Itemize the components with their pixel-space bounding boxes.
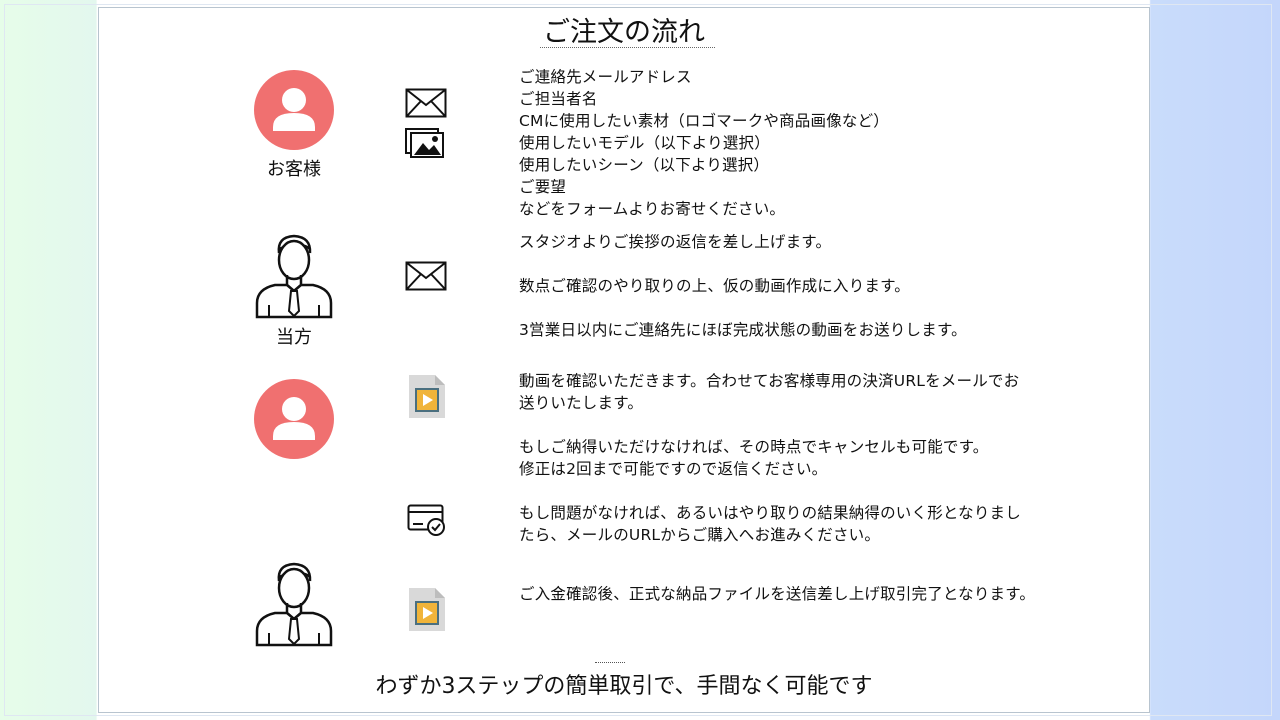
step3-line: 送りいたします。 xyxy=(519,394,644,412)
step1-line: 使用したいシーン（以下より選択） xyxy=(519,156,770,174)
step2-line xyxy=(519,297,1059,319)
step4-line: たら、メールのURLからご購入へお進みください。 xyxy=(519,526,881,544)
customer-avatar-icon xyxy=(254,379,334,459)
step2-actor: 当方 xyxy=(239,233,349,349)
step1-line: CMに使用したい素材（ロゴマークや商品画像など） xyxy=(519,112,889,130)
businessman-icon xyxy=(255,562,333,647)
page-title: ご注文の流れ xyxy=(543,17,705,48)
step1-actor-label: お客様 xyxy=(267,159,321,180)
video-file-icon xyxy=(407,585,447,637)
step2-text: スタジオよりご挨拶の返信を差し上げます。 数点ご確認のやり取りの上、仮の動画作成… xyxy=(519,231,1059,341)
payment-check-icon xyxy=(407,504,447,540)
footer-tagline: わずか3ステップの簡単取引で、手間なく可能です xyxy=(375,674,873,699)
step1-line: ご担当者名 xyxy=(519,90,598,108)
step1-line: ご要望 xyxy=(519,178,567,196)
step4-text: もし問題がなければ、あるいはやり取りの結果納得のいく形となりまし たら、メールの… xyxy=(519,502,1059,546)
order-flow-panel: ご注文の流れ お客様 ご連絡先メールアドレス ご担当者名 CMに使用したい素材（… xyxy=(98,7,1150,713)
step1-line: ご連絡先メールアドレス xyxy=(519,68,692,86)
step1-actor: お客様 xyxy=(239,69,349,181)
step1-line: 使用したいモデル（以下より選択） xyxy=(519,134,770,152)
footer-divider xyxy=(595,662,625,663)
step5-line: ご入金確認後、正式な納品ファイルを送信差し上げ取引完了となります。 xyxy=(519,585,1036,603)
step3-line: もしご納得いただけなければ、その時点でキャンセルも可能です。 xyxy=(519,438,989,456)
step5-actor xyxy=(239,561,349,651)
envelope-icon xyxy=(405,261,447,295)
step3-line: 動画を確認いただきます。合わせてお客様専用の決済URLをメールでお xyxy=(519,372,1020,390)
step3-text: 動画を確認いただきます。合わせてお客様専用の決済URLをメールでお 送りいたしま… xyxy=(519,370,1059,480)
customer-avatar-icon xyxy=(254,70,334,150)
step4-line: もし問題がなければ、あるいはやり取りの結果納得のいく形となりまし xyxy=(519,504,1021,522)
step2-line: 3営業日以内にご連絡先にほぼ完成状態の動画をお送りします。 xyxy=(519,321,967,339)
step1-line: などをフォームよりお寄せください。 xyxy=(519,200,786,218)
image-gallery-icon xyxy=(405,128,445,162)
step3-line xyxy=(519,414,1059,436)
businessman-icon xyxy=(255,234,333,319)
title-underline xyxy=(540,47,715,48)
step3-line: 修正は2回まで可能ですので返信ください。 xyxy=(519,460,828,478)
step2-line xyxy=(519,253,1059,275)
step2-actor-label: 当方 xyxy=(276,327,312,348)
step3-actor xyxy=(239,378,349,464)
step2-line: スタジオよりご挨拶の返信を差し上げます。 xyxy=(519,233,832,251)
step2-line: 数点ご確認のやり取りの上、仮の動画作成に入ります。 xyxy=(519,277,910,295)
step1-text: ご連絡先メールアドレス ご担当者名 CMに使用したい素材（ロゴマークや商品画像な… xyxy=(519,66,1059,220)
video-file-icon xyxy=(407,372,447,424)
envelope-icon xyxy=(405,88,447,122)
step5-text: ご入金確認後、正式な納品ファイルを送信差し上げ取引完了となります。 xyxy=(519,583,1059,605)
